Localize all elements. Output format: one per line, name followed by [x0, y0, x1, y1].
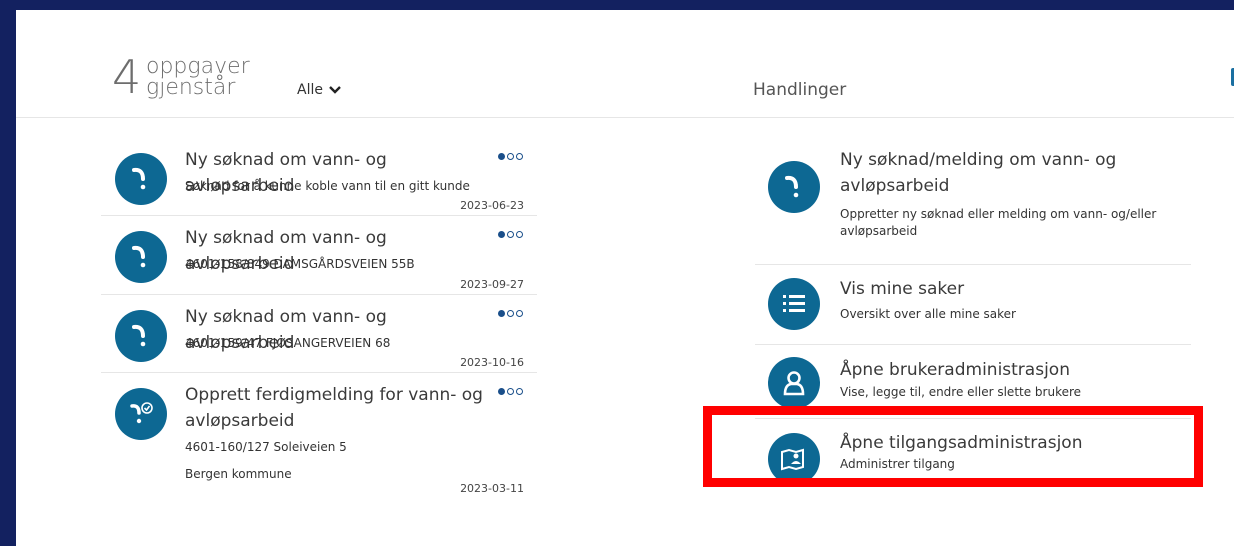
progress-dots — [498, 310, 523, 317]
action-title: Åpne brukeradministrasjon — [840, 360, 1070, 380]
task-subtitle: Søknad for å kunne koble vann til en git… — [185, 179, 470, 193]
task-item[interactable]: Ny søknad om vann- og avløpsarbeid 4601-… — [101, 225, 537, 295]
progress-dots — [498, 153, 523, 160]
page-header: 4 oppgaver gjenstår Alle Handlinger — [16, 10, 1234, 118]
task-date: 2023-09-27 — [460, 278, 524, 291]
water-pipe-icon — [115, 153, 167, 205]
task-date: 2023-10-16 — [460, 356, 524, 369]
task-subtitle: 4601-160/127 Soleiveien 5 — [185, 440, 347, 454]
task-date: 2023-06-23 — [460, 199, 524, 212]
water-pipe-icon — [115, 310, 167, 362]
task-date: 2023-03-11 — [460, 482, 524, 495]
list-icon — [768, 278, 820, 330]
task-item[interactable]: Opprett ferdigmelding for vann- og avløp… — [101, 382, 537, 498]
action-subtitle: Oversikt over alle mine saker — [840, 307, 1016, 321]
task-count-label-line2: gjenstår — [146, 75, 236, 100]
access-map-icon — [768, 433, 820, 485]
action-title: Ny søknad/melding om vann- og avløpsarbe… — [840, 150, 1117, 196]
task-item[interactable]: Ny søknad om vann- og avløpsarbeid Søkna… — [101, 147, 537, 216]
chevron-down-icon — [329, 86, 341, 94]
task-count-label-line1: oppgaver — [146, 54, 250, 79]
task-title: Opprett ferdigmelding for vann- og avløp… — [185, 385, 483, 431]
water-pipe-icon — [115, 231, 167, 283]
water-pipe-check-icon — [115, 388, 167, 440]
task-count-label: oppgaver gjenstår — [146, 54, 250, 100]
progress-dots — [498, 231, 523, 238]
task-subtitle: 4601-159/47 FJØSANGERVEIEN 68 — [185, 336, 391, 350]
action-new-application[interactable]: Ny søknad/melding om vann- og avløpsarbe… — [755, 147, 1191, 265]
action-title: Vis mine saker — [840, 279, 965, 299]
action-title: Åpne tilgangsadministrasjon — [840, 433, 1083, 453]
task-filter-label: Alle — [297, 82, 323, 98]
action-user-admin[interactable]: Åpne brukeradministrasjon Vise, legge ti… — [755, 345, 1191, 419]
task-filter-dropdown[interactable]: Alle — [297, 82, 341, 98]
actions-title: Handlinger — [753, 80, 847, 100]
task-subtitle: 4601-158/849 DAMSGÅRDSVEIEN 55B — [185, 257, 415, 271]
progress-dots — [498, 388, 523, 395]
action-access-admin[interactable]: Åpne tilgangsadministrasjon Administrer … — [755, 418, 1191, 488]
task-count: 4 — [112, 50, 142, 104]
action-subtitle: Administrer tilgang — [840, 457, 955, 471]
action-subtitle: Vise, legge til, endre eller slette bruk… — [840, 385, 1082, 399]
action-subtitle: Oppretter ny søknad eller melding om van… — [840, 207, 1157, 238]
action-my-cases[interactable]: Vis mine saker Oversikt over alle mine s… — [755, 265, 1191, 345]
user-icon — [768, 357, 820, 409]
task-item[interactable]: Ny søknad om vann- og avløpsarbeid 4601-… — [101, 304, 537, 373]
main-panel: 4 oppgaver gjenstår Alle Handlinger Ny s… — [16, 10, 1234, 546]
task-municipality: Bergen kommune — [185, 467, 292, 481]
water-pipe-icon — [768, 161, 820, 213]
